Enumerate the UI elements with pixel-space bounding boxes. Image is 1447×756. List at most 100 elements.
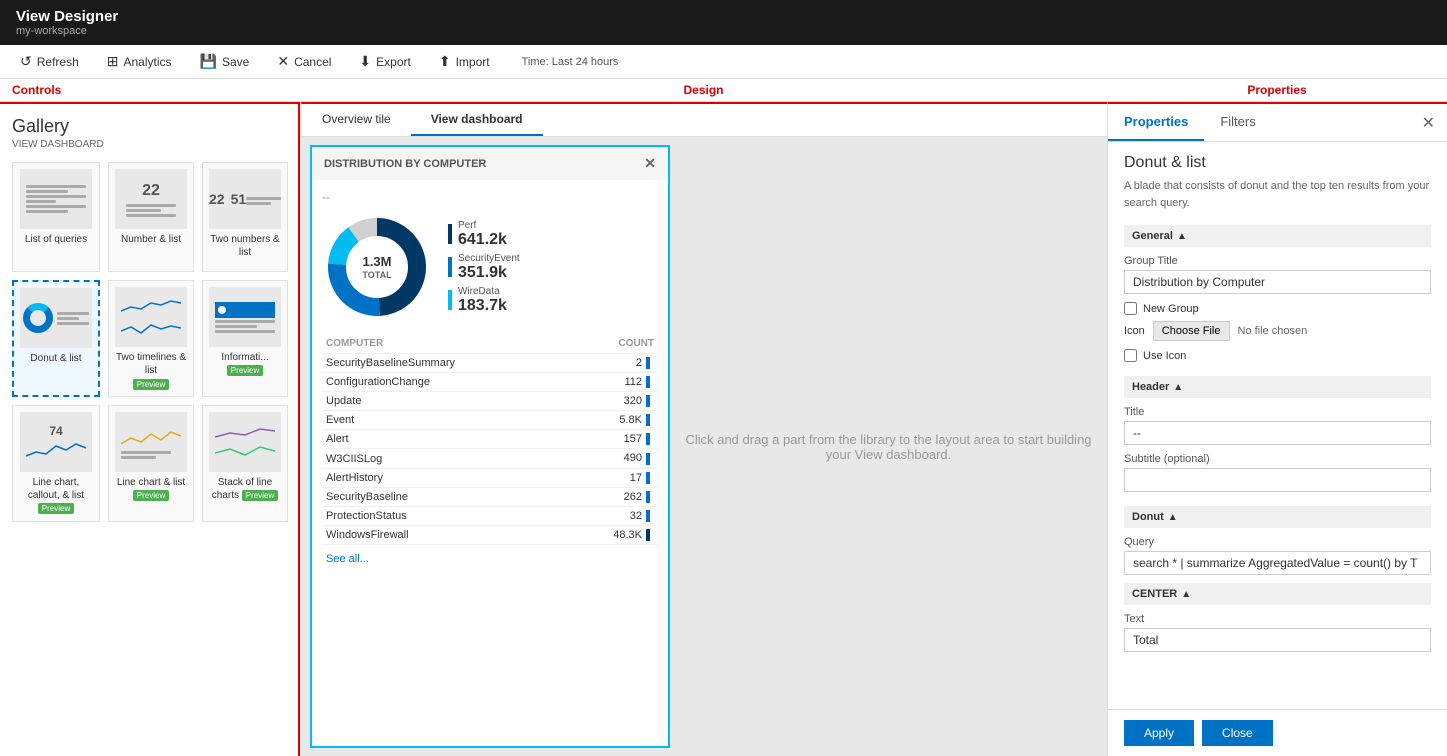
table-row: ProtectionStatus32 [322,506,658,525]
table-row: WindowsFirewall48.3K [322,525,658,544]
gallery-preview-two-numbers: 22 51 [209,169,281,229]
tile-table-body: SecurityBaselineSummary2ConfigurationCha… [322,354,658,545]
table-cell-computer: Alert [322,430,570,449]
design-section-label: Design [683,83,723,97]
time-label: Time: Last 24 hours [522,56,619,68]
props-group-header-general: General ▲ [1124,225,1431,247]
legend-color-perf [448,224,452,244]
gallery-preview-list [20,169,92,229]
group-title-input[interactable] [1124,270,1431,294]
save-button[interactable]: 💾 Save [196,51,254,72]
properties-section-label: Properties [1247,83,1306,97]
table-cell-computer: WindowsFirewall [322,525,570,544]
gallery-label-two-timelines: Two timelines & list [115,351,187,377]
gallery-preview-stack-line [209,412,281,472]
table-cell-count: 48.3K [570,525,658,544]
query-input[interactable] [1124,551,1431,575]
tab-view-dashboard[interactable]: View dashboard [411,104,543,136]
table-cell-count: 262 [570,487,658,506]
gallery-item-stack-line[interactable]: Stack of line charts Preview [202,405,288,522]
close-button[interactable]: Close [1202,720,1273,746]
new-group-checkbox[interactable] [1124,302,1137,315]
table-row: Update320 [322,392,658,411]
gallery-item-info[interactable]: Informati... Preview [202,280,288,397]
bar-indicator [646,529,650,541]
legend-item-securityevent: SecurityEvent 351.9k [448,253,520,282]
table-cell-count: 17 [570,468,658,487]
bar-indicator [646,510,650,522]
header-title-input[interactable] [1124,421,1431,445]
legend-color-security [448,257,452,277]
donut-container: 1.3M TOTAL [322,212,432,322]
props-group-general: General ▲ Group Title New Group Icon Cho… [1124,225,1431,362]
gallery-item-list-queries[interactable]: List of queries [12,162,100,272]
gallery-item-line-list[interactable]: Line chart & list Preview [108,405,194,522]
gallery-item-two-timelines[interactable]: Two timelines & list Preview [108,280,194,397]
gallery-title: Gallery [12,116,286,137]
tab-overview-tile[interactable]: Overview tile [302,104,411,136]
tab-properties[interactable]: Properties [1108,104,1204,141]
donut-collapse-arrow: ▲ [1168,512,1178,523]
cancel-icon: ✕ [277,53,289,70]
bar-indicator [646,357,650,369]
apply-button[interactable]: Apply [1124,720,1194,746]
gallery-label-line-callout: Line chart, callout, & list Preview [19,476,93,515]
gallery-item-number-list[interactable]: 22 Number & list [108,162,194,272]
tile-header: DISTRIBUTION BY COMPUTER ✕ [312,147,668,180]
legend-item-perf: Perf 641.2k [448,220,520,249]
use-icon-row: Use Icon [1124,349,1431,362]
design-content: DISTRIBUTION BY COMPUTER ✕ -- [302,137,1107,756]
gallery-item-line-callout[interactable]: 74 Line chart, callout, & list Preview [12,405,100,522]
header-subtitle-input[interactable] [1124,468,1431,492]
gallery-label-info: Informati... Preview [209,351,281,377]
design-empty-area: Click and drag a part from the library t… [678,145,1099,748]
toolbar: ↺ Refresh ⊞ Analytics 💾 Save ✕ Cancel ⬇ … [0,45,1447,79]
tile-subtitle: -- [322,190,658,204]
gallery-item-donut-list[interactable]: Donut & list [12,280,100,397]
header-title-label: Title [1124,406,1431,418]
props-group-header-donut: Donut ▲ [1124,506,1431,528]
props-body: Donut & list A blade that consists of do… [1108,142,1447,709]
gallery-preview-donut [20,288,92,348]
cancel-button[interactable]: ✕ Cancel [273,51,335,72]
design-panel: Overview tile View dashboard DISTRIBUTIO… [300,102,1107,756]
tile-body: -- [312,180,668,746]
use-icon-checkbox[interactable] [1124,349,1137,362]
donut-center-text: 1.3M TOTAL [362,254,391,280]
group-title-label: Group Title [1124,255,1431,267]
gallery-label-list-queries: List of queries [25,233,87,246]
props-group-center-header: CENTER ▲ [1124,583,1431,605]
props-tab-header: Properties Filters ✕ [1108,104,1447,142]
export-button[interactable]: ⬇ Export [355,51,414,72]
gallery-item-two-numbers[interactable]: 22 51 Two numbers & list [202,162,288,272]
choose-file-button[interactable]: Choose File [1153,321,1230,341]
see-all-link[interactable]: See all... [322,545,658,573]
props-footer: Apply Close [1108,709,1447,756]
center-text-label: Text [1124,613,1431,625]
gallery-preview-line-callout: 74 [20,412,92,472]
table-cell-count: 2 [570,354,658,373]
controls-section-label: Controls [12,83,61,97]
props-section-desc: A blade that consists of donut and the t… [1124,178,1431,211]
props-group-donut: Donut ▲ Query CENTER ▲ Text [1124,506,1431,652]
bar-indicator [646,433,650,445]
header-collapse-arrow: ▲ [1173,382,1183,393]
table-cell-computer: ProtectionStatus [322,506,570,525]
props-group-header: Header ▲ Title Subtitle (optional) [1124,376,1431,492]
table-cell-computer: Event [322,411,570,430]
refresh-button[interactable]: ↺ Refresh [16,51,83,72]
analytics-button[interactable]: ⊞ Analytics [103,51,176,72]
table-cell-computer: ConfigurationChange [322,373,570,392]
center-text-input[interactable] [1124,628,1431,652]
preview-badge-timelines: Preview [133,379,169,390]
tab-filters[interactable]: Filters [1204,104,1271,141]
use-icon-label: Use Icon [1143,350,1186,362]
icon-field-label: Icon [1124,325,1145,337]
table-cell-count: 5.8K [570,411,658,430]
general-collapse-arrow: ▲ [1177,231,1187,242]
properties-close-button[interactable]: ✕ [1410,105,1447,141]
tile-close-button[interactable]: ✕ [644,155,656,172]
import-button[interactable]: ⬆ Import [435,51,494,72]
new-group-label: New Group [1143,303,1199,315]
table-cell-computer: SecurityBaselineSummary [322,354,570,373]
